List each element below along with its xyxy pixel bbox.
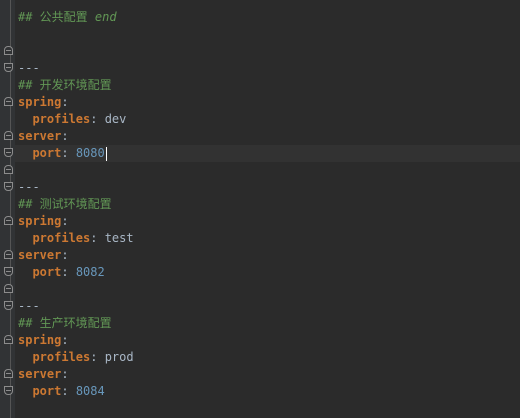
code-token-key: profiles — [32, 112, 91, 126]
code-token-key: server — [18, 248, 62, 262]
code-line[interactable] — [18, 43, 520, 60]
text-caret — [105, 146, 107, 161]
code-token-comment: ## 公共配置 — [18, 10, 95, 24]
code-token-plain: : — [61, 129, 69, 143]
code-token-number: 8080 — [75, 146, 105, 160]
code-token-plain: : dev — [90, 112, 127, 126]
code-token-plain: : — [61, 367, 69, 381]
code-editor[interactable]: ## 公共配置 end --- ## 开发环境配置 spring: profiles:… — [0, 0, 520, 418]
code-token-key: spring — [18, 95, 62, 109]
code-token-plain: : — [61, 265, 76, 279]
fold-expand-icon[interactable] — [4, 63, 13, 72]
code-token-dash: --- — [18, 180, 40, 194]
code-token-comment: ## 生产环境配置 — [18, 316, 112, 330]
fold-expand-icon[interactable] — [4, 148, 13, 157]
code-token-dash: --- — [18, 61, 40, 75]
code-token-key: profiles — [32, 231, 91, 245]
code-line[interactable]: profiles: dev — [18, 111, 520, 128]
code-token-plain: : prod — [90, 350, 134, 364]
code-token-dash: --- — [18, 299, 40, 313]
code-token-plain: : — [61, 95, 69, 109]
code-line[interactable]: --- — [18, 179, 520, 196]
code-token-plain: : — [61, 146, 76, 160]
fold-collapse-icon[interactable] — [4, 46, 13, 55]
code-line[interactable]: --- — [18, 60, 520, 77]
fold-expand-icon[interactable] — [4, 386, 13, 395]
fold-collapse-icon[interactable] — [4, 216, 13, 225]
fold-collapse-icon[interactable] — [4, 369, 13, 378]
fold-expand-icon[interactable] — [4, 301, 13, 310]
fold-collapse-icon[interactable] — [4, 250, 13, 259]
code-line[interactable]: port: 8082 — [18, 264, 520, 281]
code-token-key: port — [32, 146, 62, 160]
code-token-plain: : — [61, 384, 76, 398]
code-line[interactable]: server: — [18, 247, 520, 264]
code-token-plain: : — [61, 248, 69, 262]
code-line[interactable]: ## 生产环境配置 — [18, 315, 520, 332]
code-token-plain: : — [61, 214, 69, 228]
code-line[interactable] — [18, 281, 520, 298]
code-line[interactable]: ## 测试环境配置 — [18, 196, 520, 213]
code-line[interactable]: profiles: test — [18, 230, 520, 247]
code-line[interactable]: spring: — [18, 213, 520, 230]
fold-collapse-icon[interactable] — [4, 335, 13, 344]
code-token-key: spring — [18, 333, 62, 347]
fold-collapse-icon[interactable] — [4, 284, 13, 293]
code-token-key: profiles — [32, 350, 91, 364]
code-token-key: server — [18, 367, 62, 381]
code-line[interactable]: ## 公共配置 end — [18, 9, 520, 26]
fold-expand-icon[interactable] — [4, 182, 13, 191]
code-token-number: 8082 — [75, 265, 105, 279]
fold-expand-icon[interactable] — [4, 267, 13, 276]
code-token-comment-italic: end — [94, 10, 117, 24]
fold-collapse-icon[interactable] — [4, 97, 13, 106]
fold-collapse-icon[interactable] — [4, 165, 13, 174]
code-token-key: server — [18, 129, 62, 143]
code-line[interactable] — [18, 162, 520, 179]
code-token-number: 8084 — [75, 384, 105, 398]
code-line[interactable]: server: — [18, 128, 520, 145]
code-line[interactable]: port: 8084 — [18, 383, 520, 400]
code-line[interactable]: spring: — [18, 94, 520, 111]
code-token-plain: : — [61, 333, 69, 347]
code-line[interactable]: --- — [18, 298, 520, 315]
code-line[interactable] — [18, 26, 520, 43]
code-token-plain: : test — [90, 231, 134, 245]
code-token-comment: ## 测试环境配置 — [18, 197, 112, 211]
code-line[interactable]: ## 开发环境配置 — [18, 77, 520, 94]
code-line[interactable]: profiles: prod — [18, 349, 520, 366]
code-token-key: port — [32, 265, 62, 279]
code-line[interactable]: spring: — [18, 332, 520, 349]
fold-collapse-icon[interactable] — [4, 131, 13, 140]
code-token-comment: ## 开发环境配置 — [18, 78, 112, 92]
code-line[interactable]: server: — [18, 366, 520, 383]
editor-gutter — [0, 0, 15, 418]
code-token-key: spring — [18, 214, 62, 228]
code-token-key: port — [32, 384, 62, 398]
code-line[interactable]: port: 8080 — [15, 145, 520, 162]
